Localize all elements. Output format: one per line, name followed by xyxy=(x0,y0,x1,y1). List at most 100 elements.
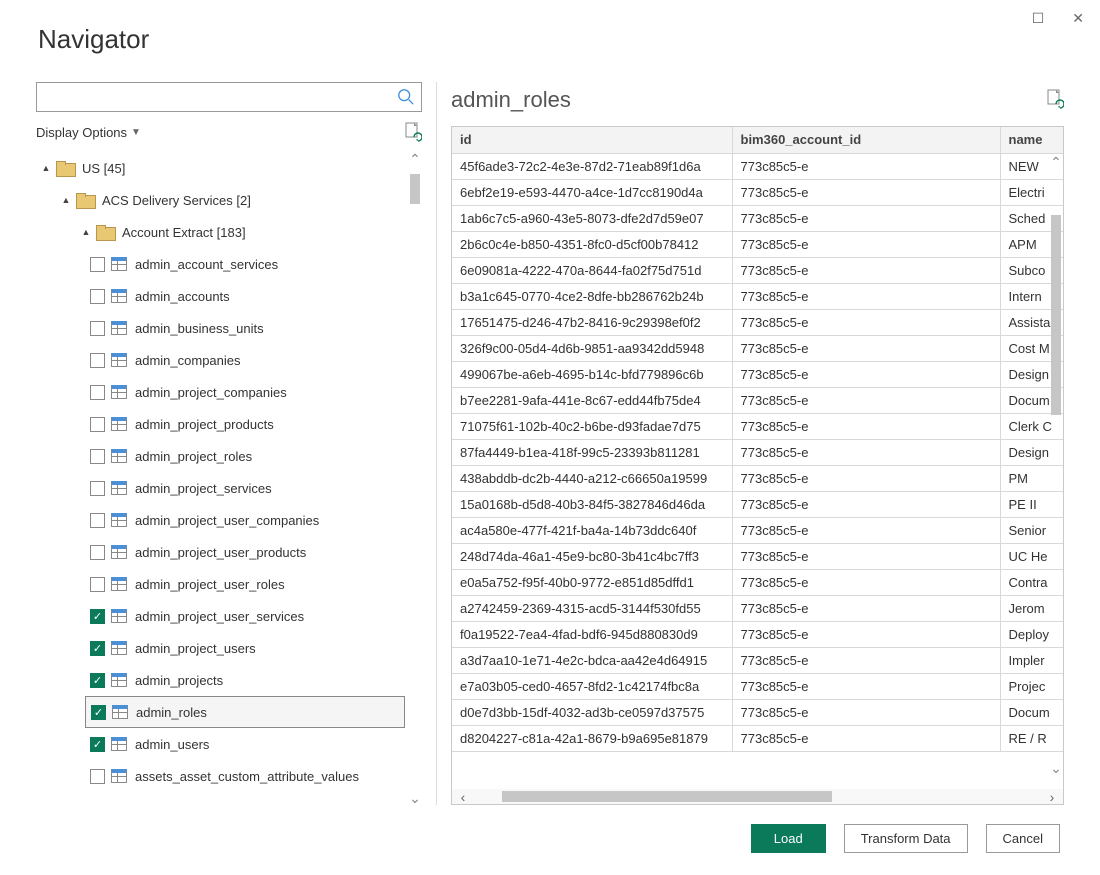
tree-table-label: admin_account_services xyxy=(135,257,278,272)
table-checkbox[interactable] xyxy=(90,577,105,592)
table-checkbox[interactable] xyxy=(90,481,105,496)
tree-table-item[interactable]: assets_asset_custom_attribute_values xyxy=(36,760,408,792)
table-row[interactable]: b3a1c645-0770-4ce2-8dfe-bb286762b24b773c… xyxy=(452,283,1064,309)
table-checkbox[interactable] xyxy=(90,417,105,432)
column-header-account[interactable]: bim360_account_id xyxy=(732,127,1000,153)
table-checkbox[interactable] xyxy=(90,289,105,304)
table-checkbox[interactable] xyxy=(90,321,105,336)
table-row[interactable]: e7a03b05-ced0-4657-8fd2-1c42174fbc8a773c… xyxy=(452,673,1064,699)
search-box[interactable] xyxy=(36,82,422,112)
column-header-id[interactable]: id xyxy=(452,127,732,153)
tree-table-item[interactable]: admin_project_user_products xyxy=(36,536,408,568)
table-row[interactable]: 6e09081a-4222-470a-8644-fa02f75d751d773c… xyxy=(452,257,1064,283)
scroll-up-icon[interactable]: ⌃ xyxy=(1049,155,1063,169)
table-checkbox[interactable] xyxy=(90,513,105,528)
preview-table[interactable]: id bim360_account_id name 45f6ade3-72c2-… xyxy=(452,127,1064,752)
scroll-down-icon[interactable]: ⌄ xyxy=(1049,761,1063,775)
tree-table-item[interactable]: ✓admin_roles xyxy=(36,696,408,728)
search-icon[interactable] xyxy=(397,88,415,106)
table-row[interactable]: 45f6ade3-72c2-4e3e-87d2-71eab89f1d6a773c… xyxy=(452,153,1064,179)
table-checkbox[interactable] xyxy=(90,449,105,464)
table-row[interactable]: d0e7d3bb-15df-4032-ad3b-ce0597d37575773c… xyxy=(452,699,1064,725)
table-checkbox[interactable]: ✓ xyxy=(91,705,106,720)
tree-table-item[interactable]: admin_accounts xyxy=(36,280,408,312)
table-checkbox[interactable]: ✓ xyxy=(90,737,105,752)
tree-table-item[interactable]: admin_project_services xyxy=(36,472,408,504)
table-icon xyxy=(111,673,127,687)
scroll-right-icon[interactable]: › xyxy=(1041,789,1063,804)
table-cell: 438abddb-dc2b-4440-a212-c66650a19599 xyxy=(452,465,732,491)
table-checkbox[interactable]: ✓ xyxy=(90,673,105,688)
tree-scrollbar[interactable]: ⌃ ⌄ xyxy=(408,152,422,805)
table-checkbox[interactable] xyxy=(90,353,105,368)
table-row[interactable]: ac4a580e-477f-421f-ba4a-14b73ddc640f773c… xyxy=(452,517,1064,543)
transform-data-button[interactable]: Transform Data xyxy=(844,824,968,853)
tree-table-item[interactable]: ✓admin_projects xyxy=(36,664,408,696)
table-row[interactable]: 326f9c00-05d4-4d6b-9851-aa9342dd5948773c… xyxy=(452,335,1064,361)
table-row[interactable]: 1ab6c7c5-a960-43e5-8073-dfe2d7d59e07773c… xyxy=(452,205,1064,231)
tree-table-item[interactable]: admin_account_services xyxy=(36,248,408,280)
scroll-left-icon[interactable]: ‹ xyxy=(452,789,474,804)
refresh-preview-icon[interactable] xyxy=(1046,89,1064,112)
display-options-dropdown[interactable]: Display Options ▼ xyxy=(36,125,141,140)
table-row[interactable]: f0a19522-7ea4-4fad-bdf6-945d880830d9773c… xyxy=(452,621,1064,647)
tree-folder-acs[interactable]: ▲ ACS Delivery Services [2] xyxy=(36,184,408,216)
table-cell: 773c85c5-e xyxy=(732,673,1000,699)
table-row[interactable]: 15a0168b-d5d8-40b3-84f5-3827846d46da773c… xyxy=(452,491,1064,517)
tree-table-item[interactable]: ✓admin_project_users xyxy=(36,632,408,664)
table-row[interactable]: 87fa4449-b1ea-418f-99c5-23393b811281773c… xyxy=(452,439,1064,465)
column-header-name[interactable]: name xyxy=(1000,127,1064,153)
scroll-thumb[interactable] xyxy=(410,174,420,204)
table-checkbox[interactable] xyxy=(90,545,105,560)
search-input[interactable] xyxy=(43,84,397,110)
tree-table-item[interactable]: admin_project_user_roles xyxy=(36,568,408,600)
expander-icon[interactable]: ▲ xyxy=(40,163,52,173)
tree-table-item[interactable]: admin_business_units xyxy=(36,312,408,344)
expander-icon[interactable]: ▲ xyxy=(80,227,92,237)
table-row[interactable]: 248d74da-46a1-45e9-bc80-3b41c4bc7ff3773c… xyxy=(452,543,1064,569)
tree-label: US [45] xyxy=(82,161,125,176)
table-row[interactable]: 71075f61-102b-40c2-b6be-d93fadae7d75773c… xyxy=(452,413,1064,439)
cancel-button[interactable]: Cancel xyxy=(986,824,1060,853)
table-row[interactable]: 6ebf2e19-e593-4470-a4ce-1d7cc8190d4a773c… xyxy=(452,179,1064,205)
tree-table-item[interactable]: admin_project_roles xyxy=(36,440,408,472)
tree-table-item[interactable]: ✓admin_project_user_services xyxy=(36,600,408,632)
tree-table-item[interactable]: admin_project_products xyxy=(36,408,408,440)
close-icon[interactable]: ✕ xyxy=(1072,10,1084,27)
table-row[interactable]: 438abddb-dc2b-4440-a212-c66650a19599773c… xyxy=(452,465,1064,491)
scroll-thumb[interactable] xyxy=(1051,215,1061,415)
table-row[interactable]: d8204227-c81a-42a1-8679-b9a695e81879773c… xyxy=(452,725,1064,751)
table-checkbox[interactable] xyxy=(90,769,105,784)
table-checkbox[interactable]: ✓ xyxy=(90,641,105,656)
refresh-data-icon[interactable] xyxy=(404,123,422,141)
table-hscrollbar[interactable]: ‹ › xyxy=(451,789,1064,805)
table-row[interactable]: a3d7aa10-1e71-4e2c-bdca-aa42e4d64915773c… xyxy=(452,647,1064,673)
tree-table-item[interactable]: admin_companies xyxy=(36,344,408,376)
table-row[interactable]: 2b6c0c4e-b850-4351-8fc0-d5cf00b78412773c… xyxy=(452,231,1064,257)
table-row[interactable]: b7ee2281-9afa-441e-8c67-edd44fb75de4773c… xyxy=(452,387,1064,413)
table-cell: 773c85c5-e xyxy=(732,543,1000,569)
table-checkbox[interactable] xyxy=(90,257,105,272)
table-cell: 773c85c5-e xyxy=(732,699,1000,725)
tree-table-item[interactable]: admin_project_user_companies xyxy=(36,504,408,536)
expander-icon[interactable]: ▲ xyxy=(60,195,72,205)
tree-folder-us[interactable]: ▲ US [45] xyxy=(36,152,408,184)
table-checkbox[interactable]: ✓ xyxy=(90,609,105,624)
table-row[interactable]: e0a5a752-f95f-40b0-9772-e851d85dffd1773c… xyxy=(452,569,1064,595)
tree-table-item[interactable]: ✓admin_users xyxy=(36,728,408,760)
table-cell: 773c85c5-e xyxy=(732,309,1000,335)
scroll-thumb[interactable] xyxy=(502,791,832,802)
table-vscrollbar[interactable]: ⌃ ⌄ xyxy=(1049,155,1063,775)
tree-table-item[interactable]: admin_project_companies xyxy=(36,376,408,408)
tree-folder-extract[interactable]: ▲ Account Extract [183] xyxy=(36,216,408,248)
table-checkbox[interactable] xyxy=(90,385,105,400)
scroll-up-icon[interactable]: ⌃ xyxy=(408,152,422,166)
table-row[interactable]: 499067be-a6eb-4695-b14c-bfd779896c6b773c… xyxy=(452,361,1064,387)
data-source-tree[interactable]: ▲ US [45] ▲ ACS Delivery Services [2] ▲ … xyxy=(36,152,422,805)
table-icon xyxy=(111,257,127,271)
maximize-icon[interactable]: ☐ xyxy=(1032,10,1045,27)
table-row[interactable]: 17651475-d246-47b2-8416-9c29398ef0f2773c… xyxy=(452,309,1064,335)
scroll-down-icon[interactable]: ⌄ xyxy=(408,791,422,805)
table-row[interactable]: a2742459-2369-4315-acd5-3144f530fd55773c… xyxy=(452,595,1064,621)
load-button[interactable]: Load xyxy=(751,824,826,853)
